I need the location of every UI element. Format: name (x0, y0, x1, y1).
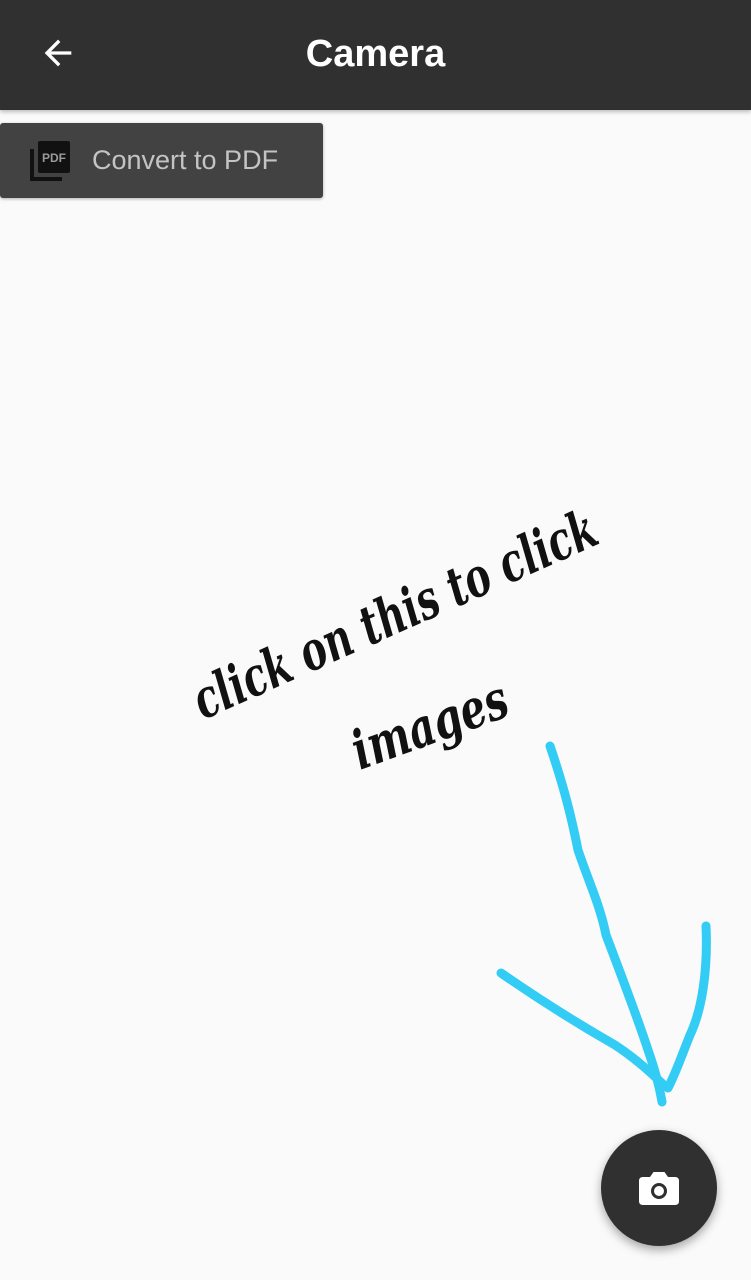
camera-icon (639, 1172, 679, 1205)
convert-to-pdf-label: Convert to PDF (92, 145, 279, 175)
pdf-icon-label: PDF (42, 151, 66, 165)
camera-button[interactable] (601, 1130, 717, 1246)
annotation-text-line1: click on this to click (182, 496, 606, 732)
page-title: Camera (305, 33, 446, 75)
hand-drawn-arrow-icon (496, 741, 711, 1107)
convert-to-pdf-button[interactable]: PDF Convert to PDF (0, 123, 323, 198)
pdf-icon: PDF (30, 141, 70, 181)
annotation-text-line2: images (343, 667, 517, 783)
app-bar: Camera (0, 0, 751, 110)
